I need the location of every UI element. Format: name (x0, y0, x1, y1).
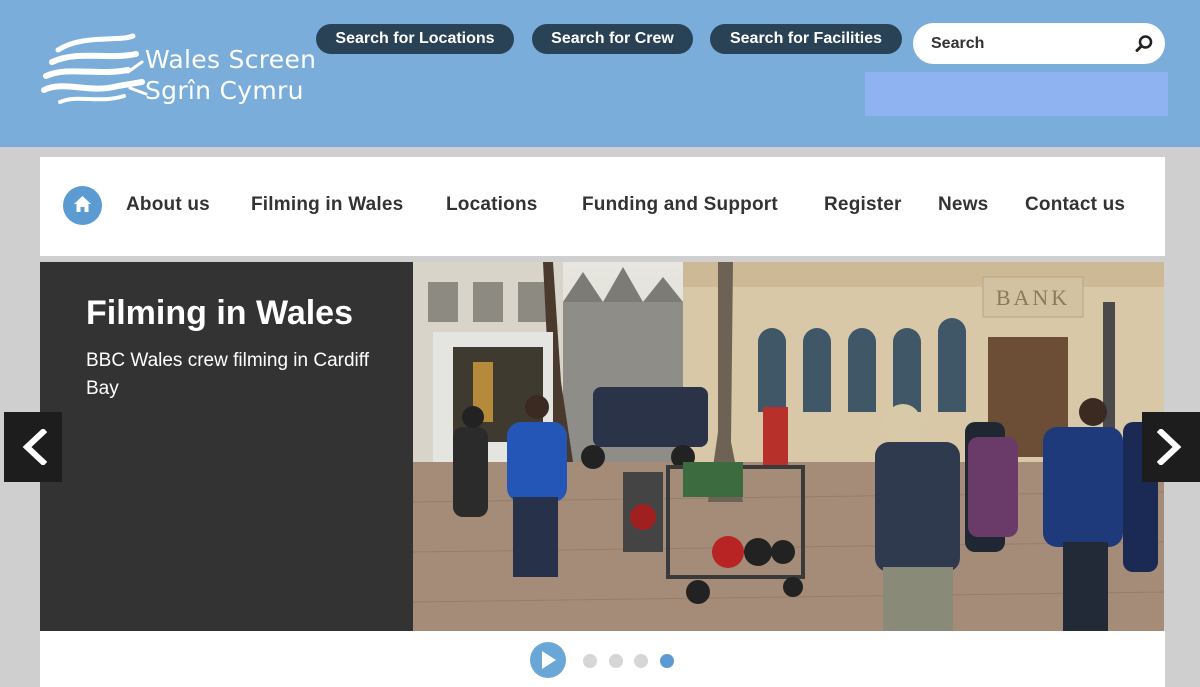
slide-dot-4[interactable] (660, 654, 674, 668)
slide-caption: BBC Wales crew filming in Cardiff Bay (86, 350, 369, 399)
chevron-left-icon (22, 429, 47, 465)
search-box (913, 23, 1165, 64)
film-crew-street-photo: BANK (413, 262, 1164, 631)
dragon-logo-icon (41, 33, 148, 104)
nav-filming-in-wales[interactable]: Filming in Wales (251, 194, 403, 216)
next-slide-button[interactable] (1142, 412, 1200, 482)
chevron-right-icon (1157, 429, 1182, 465)
slide-dot-1[interactable] (583, 654, 597, 668)
home-button[interactable] (63, 186, 102, 225)
nav-funding-and-support[interactable]: Funding and Support (582, 194, 778, 216)
language-bar (865, 72, 1168, 116)
previous-slide-button[interactable] (4, 412, 62, 482)
site-logo[interactable]: Wales Screen Sgrîn Cymru (38, 32, 328, 112)
main-navigation: About us Filming in Wales Locations Fund… (40, 157, 1165, 256)
slide-caption-panel: Filming in Wales BBC Wales crew filming … (40, 262, 413, 631)
search-icon[interactable] (1134, 34, 1154, 54)
nav-register[interactable]: Register (824, 194, 902, 216)
carousel-controls (40, 631, 1165, 687)
play-icon (542, 651, 556, 669)
slide-photo: BANK (413, 262, 1164, 631)
nav-news[interactable]: News (938, 194, 988, 216)
slide-title: Filming in Wales (86, 294, 353, 332)
slide-dot-2[interactable] (609, 654, 623, 668)
home-icon (74, 196, 91, 212)
search-facilities-button[interactable]: Search for Facilities (710, 24, 902, 54)
logo-text-welsh: Sgrîn Cymru (145, 76, 304, 105)
site-header: Wales Screen Sgrîn Cymru Search for Loca… (0, 0, 1200, 147)
play-slideshow-button[interactable] (530, 642, 566, 678)
hero-carousel: Filming in Wales BBC Wales crew filming … (40, 262, 1164, 631)
nav-contact-us[interactable]: Contact us (1025, 194, 1125, 216)
search-locations-button[interactable]: Search for Locations (316, 24, 514, 54)
bank-sign-text: BANK (996, 285, 1070, 310)
search-crew-button[interactable]: Search for Crew (532, 24, 693, 54)
nav-about-us[interactable]: About us (126, 194, 210, 216)
slide-dot-3[interactable] (634, 654, 648, 668)
search-input[interactable] (931, 31, 1121, 56)
logo-text-english: Wales Screen (145, 45, 317, 74)
nav-locations[interactable]: Locations (446, 194, 538, 216)
